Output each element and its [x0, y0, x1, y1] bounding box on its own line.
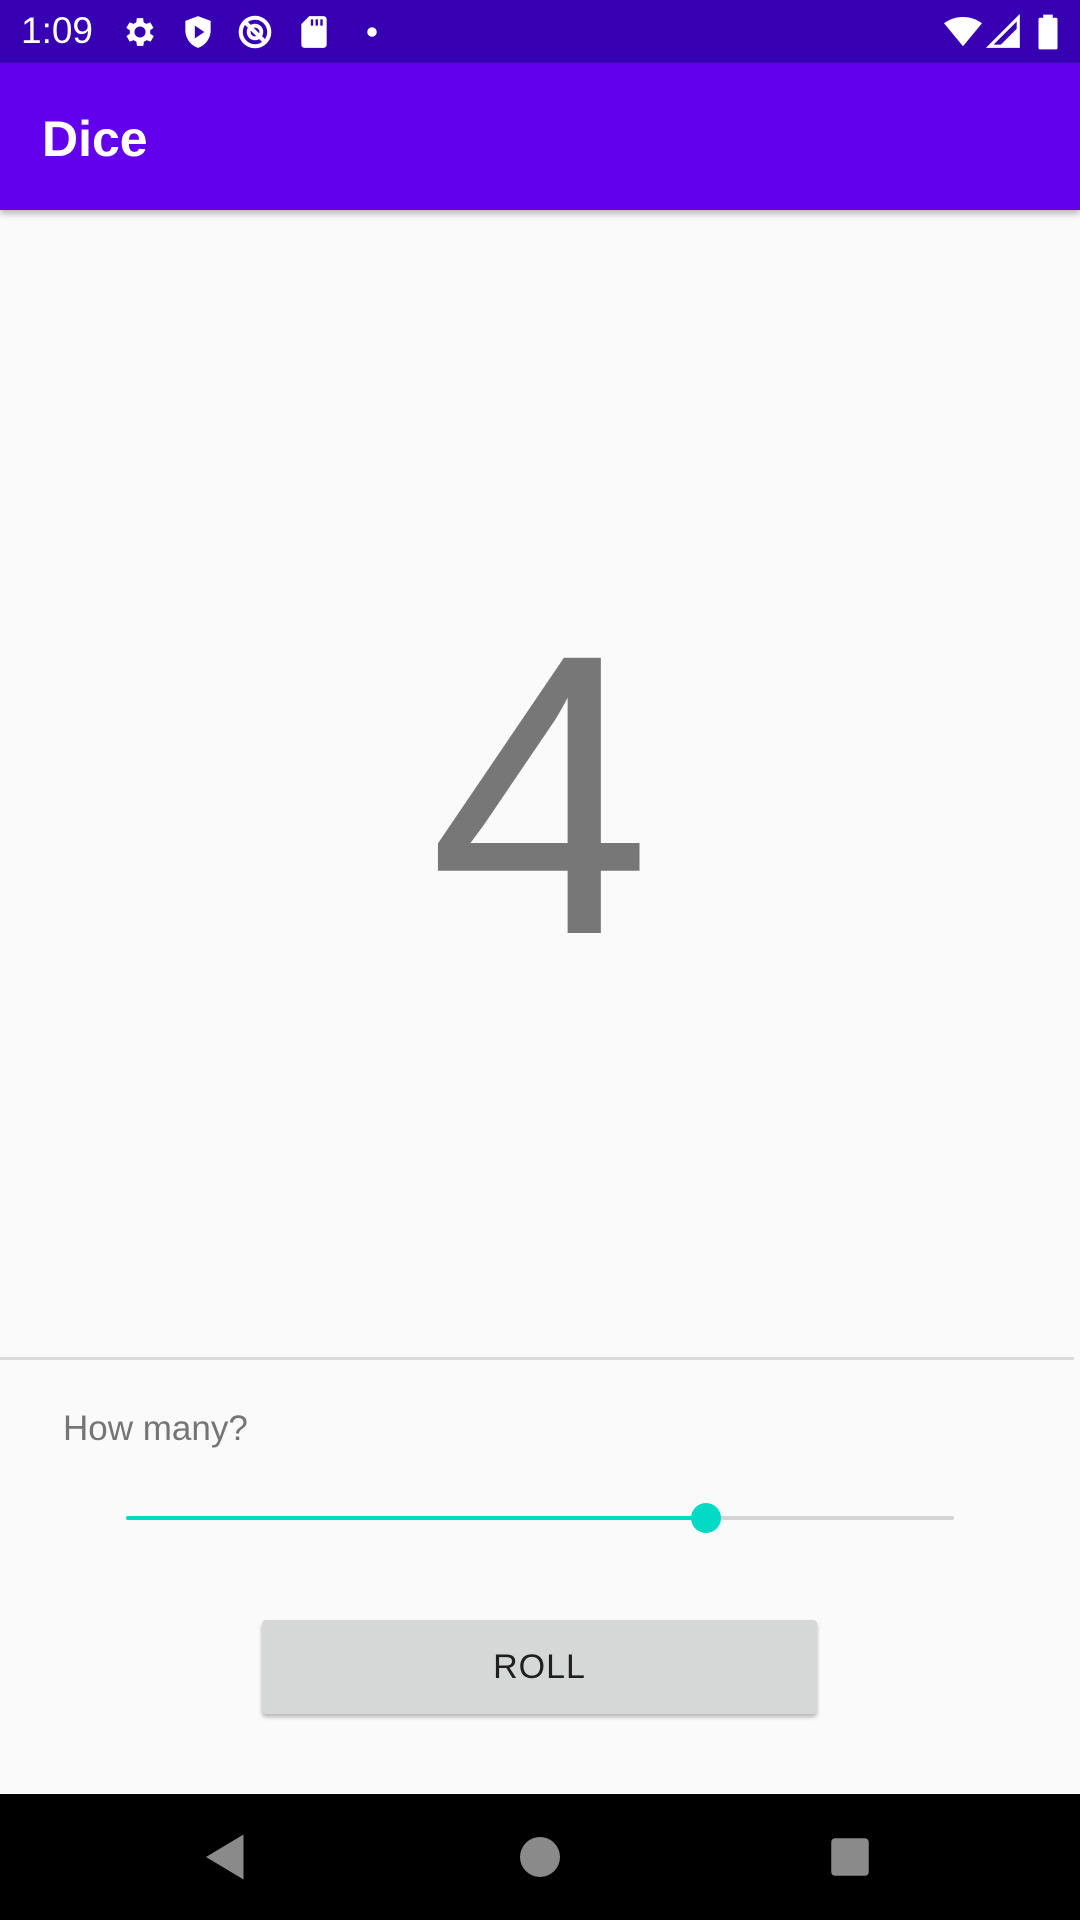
signal-icon: [985, 13, 1023, 51]
divider: [0, 1357, 1074, 1360]
battery-icon: [1029, 13, 1067, 51]
sd-card-icon: [295, 13, 333, 51]
status-time: 1:09: [21, 10, 94, 51]
home-icon[interactable]: [510, 1827, 570, 1887]
status-bar: 1:09: [0, 0, 1080, 63]
navigation-bar: [0, 1794, 1080, 1920]
roll-button[interactable]: ROLL: [262, 1620, 817, 1714]
app-bar: Dice: [0, 63, 1080, 210]
recents-icon[interactable]: [820, 1827, 880, 1887]
shield-play-icon: [179, 13, 217, 51]
slider-fill: [126, 1516, 706, 1520]
vpn-icon: [236, 13, 274, 51]
app-title: Dice: [42, 111, 148, 167]
dot-icon: [353, 13, 391, 51]
gear-icon: [121, 13, 159, 51]
wifi-icon: [944, 13, 982, 51]
dice-screen: 1:09 Dice 4 How many? ROLL: [0, 0, 1080, 1920]
dice-count-slider[interactable]: [126, 1488, 954, 1548]
how-many-label: How many?: [63, 1409, 248, 1448]
dice-result: 4: [428, 571, 652, 1018]
slider-thumb[interactable]: [690, 1503, 721, 1533]
back-icon[interactable]: [196, 1827, 256, 1887]
